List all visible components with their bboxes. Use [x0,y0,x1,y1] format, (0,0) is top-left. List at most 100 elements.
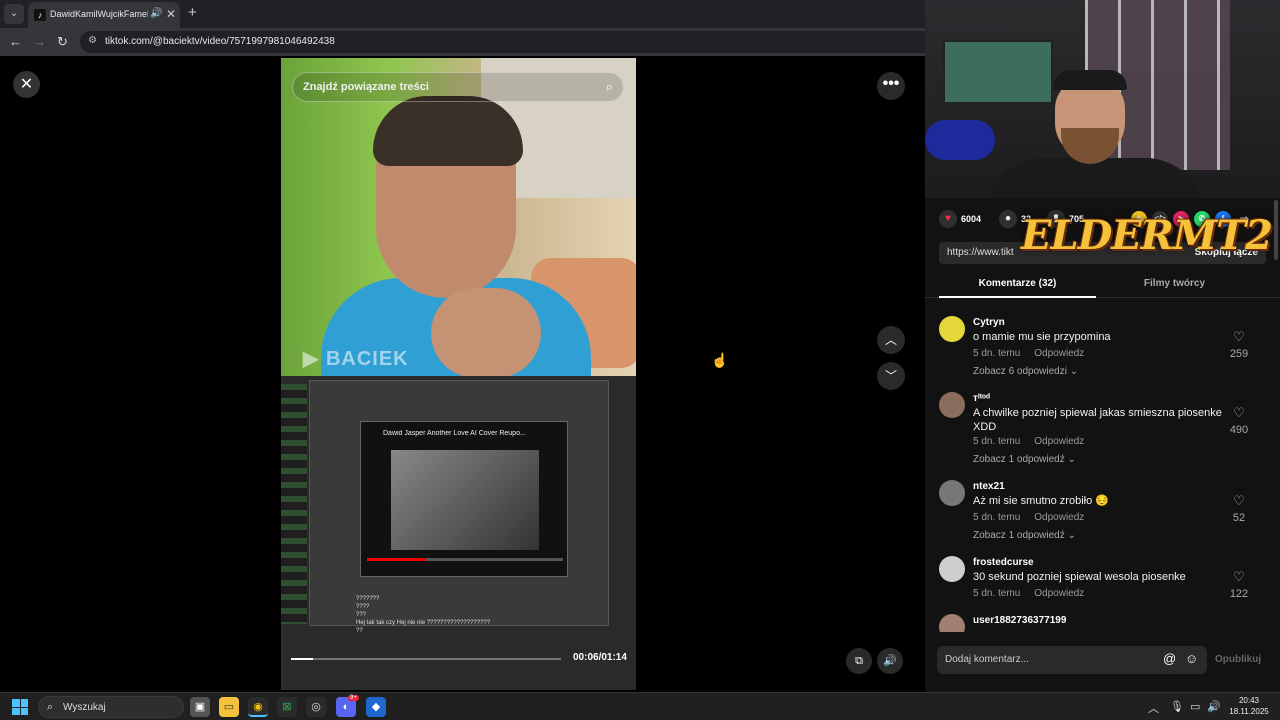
taskbar-clock[interactable]: 20:43 18.11.2025 [1226,695,1272,717]
search-icon[interactable]: ⌕ [606,79,613,95]
avatar[interactable] [939,614,965,632]
more-options-button[interactable]: ••• [877,72,905,100]
tab-search-button[interactable]: ⌄ [4,4,24,24]
picture-in-picture-icon[interactable]: ⧉ [846,648,872,674]
next-video-button[interactable]: ﹀ [877,362,905,390]
video-time: 00:06/01:14 [573,652,627,663]
comment-like-button[interactable]: ♡ 490 [1226,404,1252,436]
comment-item: ᴛᴵᵗᵒᵈ A chwilke pozniej spiewal jakas sm… [925,390,1280,472]
avatar[interactable] [939,480,965,506]
tab-creator-videos[interactable]: Filmy twórcy [1096,274,1253,298]
volume-icon[interactable]: 🔊 [877,648,903,674]
comment-time: 5 dn. temu [973,436,1021,447]
comment-username[interactable]: frostedcurse [973,557,1034,568]
comment-time: 5 dn. temu [973,512,1021,523]
like-button[interactable]: ♥ 6004 [939,210,981,228]
comment-like-button[interactable]: ♡ 122 [1226,568,1252,600]
publish-button[interactable]: Opublikuj [1215,654,1261,665]
speaker-icon[interactable]: 🔊 [1207,700,1221,713]
new-tab-button[interactable]: + [188,4,197,21]
view-replies-button[interactable]: Zobacz 6 odpowiedzi ⌄ [973,366,1078,377]
task-view-icon[interactable]: ▣ [190,697,210,717]
share-link-url: https://www.tikt [947,247,1014,258]
avatar[interactable] [939,556,965,582]
screen: ⌄ ♪ DawidKamilWujcikFameMma 🔊 ✕ + ← → ↻ … [0,0,1280,720]
site-info-icon[interactable]: ⚙ [88,35,97,46]
embedded-youtube-player: Dawid Jasper Another Love AI Cover Reupo… [360,421,568,577]
comment-text: 30 sekund pozniej spiewal wesola piosenk… [973,571,1186,583]
windows-start-icon[interactable] [12,699,28,715]
file-explorer-icon[interactable]: ▭ [219,697,239,717]
comment-like-button[interactable]: ♡ 52 [1226,492,1252,524]
comment-meta: 5 dn. temu Odpowiedz [973,436,1098,447]
comment-like-button[interactable]: ♡ 259 [1226,328,1252,360]
mention-icon[interactable]: @ [1163,651,1176,666]
microphone-icon[interactable]: 🎙 [1170,700,1184,713]
reply-button[interactable]: Odpowiedz [1034,588,1084,599]
emoji-icon[interactable]: ☺ [1185,651,1198,666]
view-replies-button[interactable]: Zobacz 1 odpowiedź ⌄ [973,530,1076,541]
forward-icon[interactable]: → [33,34,46,49]
video-progress-fill [291,658,313,660]
browser-tab-bar: ⌄ ♪ DawidKamilWujcikFameMma 🔊 ✕ + [0,0,925,28]
clock-date: 18.11.2025 [1229,707,1269,716]
view-replies-button[interactable]: Zobacz 1 odpowiedź ⌄ [973,454,1076,465]
speaker-icon[interactable]: 🔊 [150,8,162,19]
previous-video-button[interactable]: ︿ [877,326,905,354]
comment-username[interactable]: user1882736377199 [973,615,1066,626]
taskbar-search[interactable]: ⌕ Wyszukaj [38,696,184,718]
comment-text: Aż mi sie smutno zrobiło 😔 [973,495,1109,507]
comment-like-count: 52 [1232,512,1246,524]
mouse-cursor-icon: ☝ [711,352,729,368]
close-icon[interactable]: ✕ [13,71,40,98]
browser-toolbar: ← → ↻ ⚙ tiktok.com/@baciektv/video/75719… [0,28,925,56]
avatar[interactable] [939,316,965,342]
comment-placeholder: Dodaj komentarz... [945,654,1029,665]
avatar[interactable] [939,392,965,418]
url-text: tiktok.com/@baciektv/video/7571997981046… [105,36,335,47]
video-progress-bar[interactable] [291,658,561,660]
address-bar[interactable]: ⚙ tiktok.com/@baciektv/video/75719979810… [80,31,925,53]
app-icon[interactable]: ◆ [366,697,386,717]
comment-list: Cytryn o mamie mu sie przypomina 5 dn. t… [925,306,1280,632]
discord-badge: 9+ [348,695,359,701]
comment-input[interactable]: Dodaj komentarz... @ ☺ [937,646,1207,674]
comment-scrollbar[interactable] [1274,200,1278,260]
comment-time: 5 dn. temu [973,588,1021,599]
embedded-chat: ??????? ???? ??? Hej tak tak czy Hej nie… [356,596,491,634]
video-viewer: ✕ ▶ BACIEK Znajdź powiązane treści ⌕ Daw… [0,56,925,692]
terminal-icon[interactable]: ⊠ [277,697,297,717]
embedded-video-title: Dawid Jasper Another Love AI Cover Reupo… [383,430,526,437]
chevron-up-icon[interactable]: ︿ [1148,700,1159,716]
video-player[interactable]: ▶ BACIEK Znajdź powiązane treści ⌕ Dawid… [281,58,636,690]
comment-icon: ● [999,210,1017,228]
tab-comments[interactable]: Komentarze (32) [939,274,1096,298]
heart-outline-icon: ♡ [1233,329,1245,344]
streamer-webcam [925,0,1280,198]
related-search-input[interactable]: Znajdź powiązane treści ⌕ [292,72,624,102]
clock-time: 20:43 [1238,696,1260,705]
reply-button[interactable]: Odpowiedz [1034,436,1084,447]
reply-button[interactable]: Odpowiedz [1034,348,1084,359]
taskbar: ⌕ Wyszukaj ▣ ▭ ◉ ⊠ ◎ ◐ 9+ ◆ ︿ 🎙 ▭ 🔊 20:4… [0,692,1280,720]
browser-tab[interactable]: ♪ DawidKamilWujcikFameMma 🔊 ✕ [28,2,180,28]
webcam-footage: ▶ BACIEK Znajdź powiązane treści ⌕ [281,58,636,398]
search-icon: ⌕ [47,701,54,713]
comment-username[interactable]: Cytryn [973,317,1005,328]
chrome-icon[interactable]: ◉ [248,697,268,717]
comment-username[interactable]: ᴛᴵᵗᵒᵈ [973,393,990,404]
tab-title: DawidKamilWujcikFameMma [50,9,148,19]
network-icon[interactable]: ▭ [1190,700,1200,713]
comment-username[interactable]: ntex21 [973,481,1005,492]
back-icon[interactable]: ← [9,34,22,49]
comment-meta: 5 dn. temu Odpowiedz [973,512,1098,523]
comment-text: A chwilke pozniej spiewal jakas smieszna… [973,407,1222,433]
obs-icon[interactable]: ◎ [306,697,326,717]
related-search-placeholder: Znajdź powiązane treści [303,81,429,93]
tiktok-favicon-icon: ♪ [34,9,46,21]
reload-icon[interactable]: ↻ [57,34,68,50]
reply-button[interactable]: Odpowiedz [1034,512,1084,523]
logo-text: ELDERMT2 [1021,212,1273,259]
tab-close-icon[interactable]: ✕ [166,7,176,21]
screen-capture: Dawid Jasper Another Love AI Cover Reupo… [281,376,636,690]
